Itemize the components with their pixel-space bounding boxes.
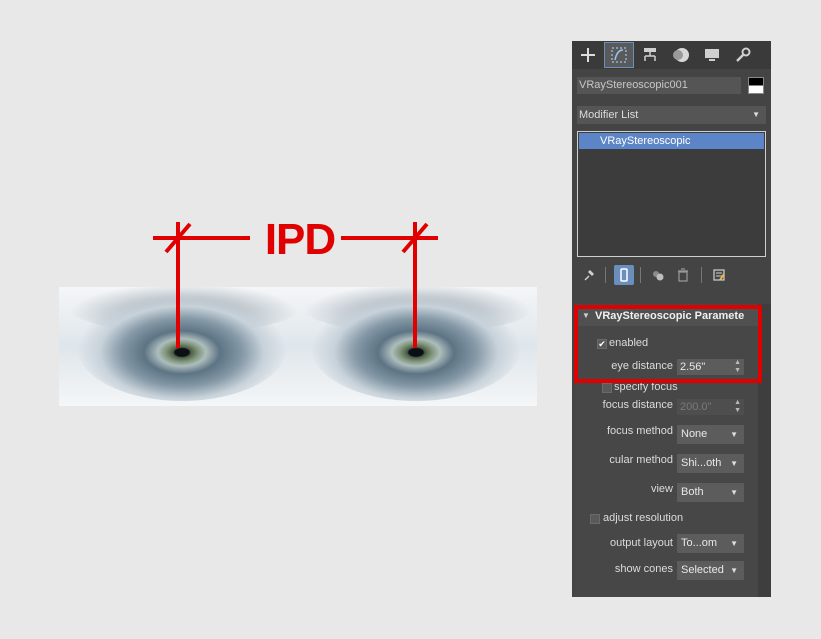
view-value: Both	[681, 486, 704, 498]
trash-icon[interactable]	[673, 265, 693, 285]
specify-focus-checkbox[interactable]	[602, 383, 612, 393]
show-cones-dropdown[interactable]: Selected ▼	[677, 561, 744, 580]
display-tab[interactable]	[698, 43, 726, 67]
toolbar-divider	[640, 267, 641, 283]
output-layout-label: output layout	[610, 537, 673, 549]
adjust-resolution-checkbox[interactable]	[590, 514, 600, 524]
focus-method-value: None	[681, 428, 708, 440]
interocular-method-value: Shi...oth	[681, 457, 722, 469]
show-cones-value: Selected	[681, 564, 724, 576]
interocular-method-dropdown[interactable]: Shi...oth ▼	[677, 454, 744, 473]
object-color-swatch[interactable]	[748, 77, 764, 94]
motion-tab[interactable]	[667, 43, 695, 67]
chevron-down-icon: ▼	[730, 430, 738, 439]
show-end-result-icon[interactable]	[614, 265, 634, 285]
chevron-down-icon: ▼	[730, 459, 738, 468]
ipd-illustration: IPD	[0, 0, 560, 639]
ipd-dimension-lines	[153, 222, 438, 348]
pin-stack-icon[interactable]	[579, 265, 599, 285]
focus-method-dropdown[interactable]: None ▼	[677, 425, 744, 444]
spinner-arrows-icon: ▲ ▼	[734, 399, 741, 414]
focus-distance-label: focus distance	[602, 399, 673, 411]
plus-icon	[581, 48, 595, 62]
utilities-tab[interactable]	[729, 43, 757, 67]
chevron-down-icon: ▼	[752, 110, 760, 119]
modify-icon	[611, 47, 627, 63]
focus-distance-spinner[interactable]: 200.0" ▲ ▼	[677, 399, 744, 415]
view-dropdown[interactable]: Both ▼	[677, 483, 744, 502]
ipd-label: IPD	[264, 215, 336, 264]
monitor-icon	[705, 49, 719, 61]
object-name-field[interactable]: VRayStereoscopic001	[577, 77, 741, 94]
hierarchy-tab[interactable]	[636, 43, 664, 67]
create-tab[interactable]	[574, 43, 602, 67]
modify-tab[interactable]	[604, 42, 634, 68]
modifier-stack: VRayStereoscopic	[577, 131, 766, 257]
motion-icon	[673, 48, 689, 62]
toolbar-divider	[701, 267, 702, 283]
wrench-icon	[736, 47, 751, 62]
focus-distance-value: 200.0"	[680, 401, 712, 413]
output-layout-dropdown[interactable]: To...om ▼	[677, 534, 744, 553]
adjust-resolution-label: adjust resolution	[603, 512, 684, 524]
modifier-list-label: Modifier List	[579, 109, 639, 121]
modifier-list-dropdown[interactable]: Modifier List ▼	[577, 106, 766, 124]
chevron-down-icon: ▼	[730, 539, 738, 548]
toolbar-divider	[605, 267, 606, 283]
annotation-highlight-box	[574, 305, 762, 383]
focus-method-label: focus method	[606, 425, 673, 437]
hierarchy-icon	[644, 48, 656, 61]
make-unique-icon[interactable]	[648, 265, 668, 285]
chevron-down-icon: ▼	[730, 566, 738, 575]
command-panel-tabs	[572, 41, 771, 69]
stack-toolbar	[572, 263, 771, 285]
show-cones-label: show cones	[614, 563, 673, 575]
stack-item-vraystereoscopic[interactable]: VRayStereoscopic	[579, 133, 764, 149]
chevron-down-icon: ▼	[730, 488, 738, 497]
configure-modifier-sets-icon[interactable]	[709, 265, 729, 285]
output-layout-value: To...om	[681, 537, 718, 549]
view-label: view	[650, 483, 673, 495]
interocular-method-label: cular method	[609, 454, 673, 466]
